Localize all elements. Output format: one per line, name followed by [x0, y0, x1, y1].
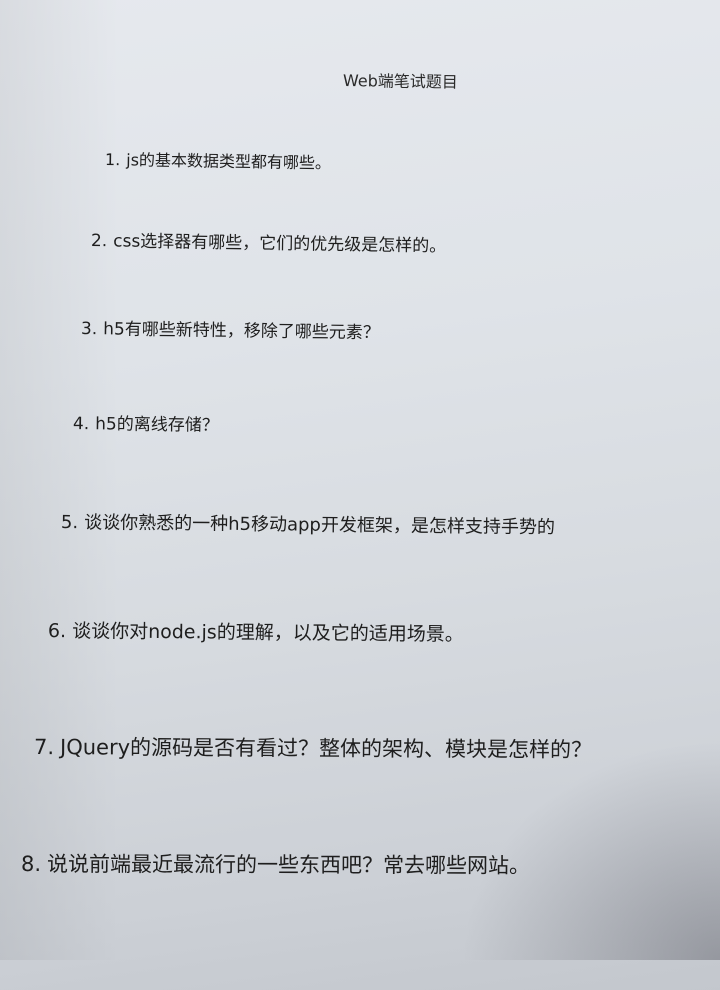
question-number: 3. — [80, 319, 98, 340]
question-text: h5的离线存储？ — [95, 414, 219, 436]
question-number: 6. — [47, 620, 67, 643]
question-4: 4. h5的离线存储？ — [73, 409, 219, 436]
question-text: 谈谈你熟悉的一种h5移动app开发框架，是怎样支持手势的 — [84, 512, 556, 539]
question-7: 7. JQuery的源码是否有看过？整体的架构、模块是怎样的？ — [34, 731, 592, 764]
question-number: 4. — [72, 414, 90, 435]
question-text: 说说前端最近最流行的一些东西吧？常去哪些网站。 — [47, 852, 531, 878]
question-1: 1. js的基本数据类型都有哪些。 — [105, 146, 331, 174]
question-text: js的基本数据类型都有哪些。 — [126, 150, 332, 173]
question-text: 谈谈你对node.js的理解，以及它的适用场景。 — [72, 620, 464, 646]
question-number: 8. — [20, 852, 42, 877]
question-text: h5有哪些新特性，移除了哪些元素？ — [103, 319, 380, 344]
question-number: 2. — [90, 231, 108, 252]
document-title: Web端笔试题目 — [342, 71, 458, 92]
question-number: 5. — [60, 512, 79, 534]
question-3: 3. h5有哪些新特性，移除了哪些元素？ — [81, 314, 380, 343]
question-number: 7. — [33, 735, 55, 760]
question-text: JQuery的源码是否有看过？整体的架构、模块是怎样的？ — [59, 735, 593, 762]
question-6: 6. 谈谈你对node.js的理解，以及它的适用场景。 — [48, 616, 464, 647]
question-8: 8. 说说前端最近最流行的一些东西吧？常去哪些网站。 — [21, 848, 530, 880]
question-5: 5. 谈谈你熟悉的一种h5移动app开发框架，是怎样支持手势的 — [61, 508, 555, 539]
question-number: 1. — [104, 150, 121, 170]
